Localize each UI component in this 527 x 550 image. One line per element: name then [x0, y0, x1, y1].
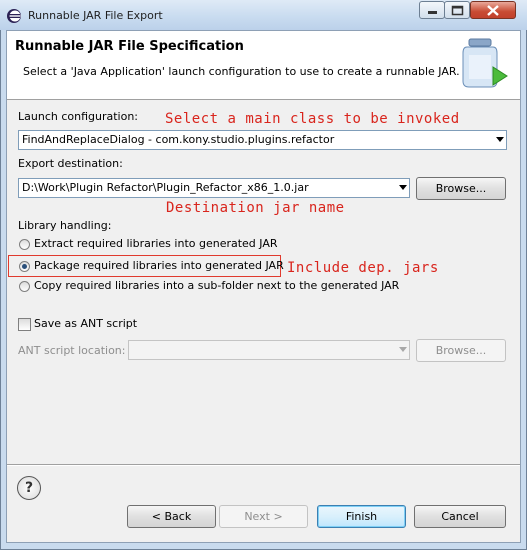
eclipse-app-icon [6, 8, 22, 24]
footer-separator [7, 464, 520, 466]
annotation-main-class: Select a main class to be invoked [165, 111, 460, 127]
ant-browse-button[interactable]: Browse... [416, 339, 506, 362]
cancel-button[interactable]: Cancel [414, 505, 506, 528]
radio-extract-label[interactable]: Extract required libraries into generate… [34, 237, 278, 250]
jar-export-icon [453, 37, 513, 93]
finish-button[interactable]: Finish [317, 505, 406, 528]
chevron-down-icon [399, 185, 407, 190]
window-title: Runnable JAR File Export [28, 9, 163, 22]
radio-package-label[interactable]: Package required libraries into generate… [34, 259, 284, 272]
radio-copy-label[interactable]: Copy required libraries into a sub-folde… [34, 279, 399, 292]
ant-location-combo[interactable] [128, 340, 410, 360]
radio-copy-libraries[interactable] [19, 281, 30, 292]
export-browse-button[interactable]: Browse... [416, 177, 506, 200]
back-button[interactable]: < Back [127, 505, 216, 528]
chevron-down-icon [399, 347, 407, 352]
launch-config-label: Launch configuration: [18, 110, 139, 123]
maximize-button[interactable] [444, 1, 470, 19]
page-description: Select a 'Java Application' launch confi… [23, 65, 460, 78]
radio-extract-libraries[interactable] [19, 239, 30, 250]
radio-package-libraries[interactable] [19, 261, 30, 272]
save-ant-checkbox[interactable] [18, 318, 31, 331]
save-ant-label[interactable]: Save as ANT script [34, 317, 137, 330]
wizard-banner: Runnable JAR File Specification Select a… [7, 31, 520, 100]
page-title: Runnable JAR File Specification [15, 39, 244, 54]
annotation-dest-name: Destination jar name [166, 200, 345, 216]
export-destination-value: D:\Work\Plugin Refactor\Plugin_Refactor_… [22, 181, 309, 194]
title-bar[interactable]: Runnable JAR File Export [0, 0, 527, 30]
library-handling-label: Library handling: [18, 219, 112, 232]
chevron-down-icon [496, 137, 504, 142]
launch-config-combo[interactable]: FindAndReplaceDialog - com.kony.studio.p… [18, 130, 507, 150]
next-button[interactable]: Next > [219, 505, 308, 528]
minimize-button[interactable] [419, 1, 445, 19]
help-icon[interactable]: ? [17, 476, 41, 500]
annotation-include-jars: Include dep. jars [287, 260, 439, 276]
launch-config-value: FindAndReplaceDialog - com.kony.studio.p… [22, 133, 335, 146]
export-destination-label: Export destination: [18, 157, 123, 170]
ant-location-label: ANT script location: [18, 344, 126, 357]
close-button[interactable] [470, 1, 516, 19]
export-destination-combo[interactable]: D:\Work\Plugin Refactor\Plugin_Refactor_… [18, 178, 410, 198]
